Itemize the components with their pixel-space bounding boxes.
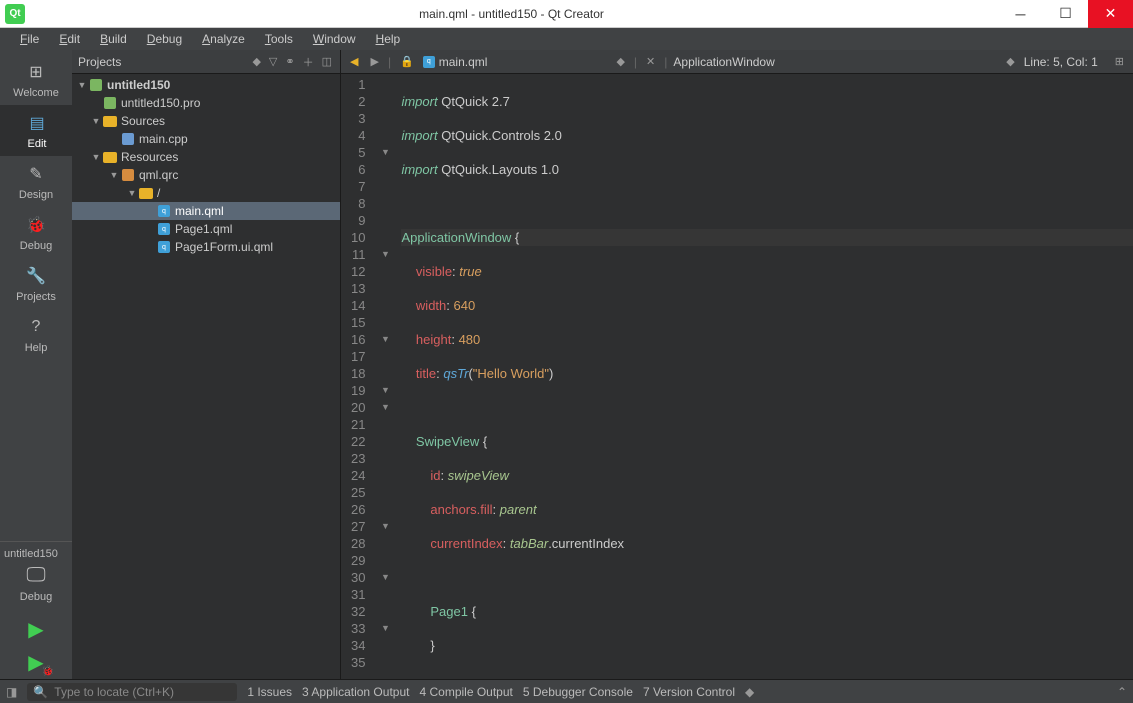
projects-title: Projects bbox=[78, 55, 246, 69]
mode-design[interactable]: ✎ Design bbox=[0, 156, 72, 207]
edit-icon: ▤ bbox=[25, 111, 49, 135]
nav-back-icon[interactable]: ◀ bbox=[347, 55, 361, 68]
output-app[interactable]: 3 Application Output bbox=[302, 685, 409, 699]
app-icon: Qt bbox=[5, 4, 25, 24]
search-icon: 🔍 bbox=[33, 685, 48, 699]
mode-bar: ⊞ Welcome ▤ Edit ✎ Design 🐞 Debug 🔧 Proj… bbox=[0, 50, 72, 679]
debug-icon: 🐞 bbox=[24, 213, 48, 237]
split-editor-icon[interactable]: ⊞ bbox=[1112, 55, 1127, 68]
tree-project-root[interactable]: ▼untitled150 bbox=[72, 76, 340, 94]
symbol-dropdown-icon[interactable]: ◆ bbox=[1003, 55, 1017, 68]
mode-projects[interactable]: 🔧 Projects bbox=[0, 258, 72, 309]
menu-analyze[interactable]: Analyze bbox=[194, 30, 253, 48]
welcome-icon: ⊞ bbox=[24, 60, 48, 84]
tree-resources-folder[interactable]: ▼Resources bbox=[72, 148, 340, 166]
maximize-button[interactable]: ☐ bbox=[1043, 0, 1088, 28]
toggle-sidebar-icon[interactable]: ◨ bbox=[6, 685, 17, 699]
line-number-gutter: 1234567891011121314151617181920212223242… bbox=[341, 74, 377, 679]
menu-tools[interactable]: Tools bbox=[257, 30, 301, 48]
tree-page1-qml[interactable]: qPage1.qml bbox=[72, 220, 340, 238]
lock-icon[interactable]: 🔒 bbox=[397, 55, 417, 68]
menu-build[interactable]: Build bbox=[92, 30, 135, 48]
menu-debug[interactable]: Debug bbox=[139, 30, 190, 48]
debug-run-button[interactable]: ▶🐞 bbox=[0, 646, 72, 679]
split-icon[interactable]: ◫ bbox=[320, 55, 334, 68]
menubar: File Edit Build Debug Analyze Tools Wind… bbox=[0, 28, 1133, 50]
symbol-breadcrumb[interactable]: ApplicationWindow bbox=[673, 55, 774, 69]
filter-icon[interactable]: ▽ bbox=[267, 55, 279, 68]
project-tree: ▼untitled150 untitled150.pro ▼Sources ma… bbox=[72, 74, 340, 679]
close-button[interactable]: ✕ bbox=[1088, 0, 1133, 28]
dropdown-icon[interactable]: ◆ bbox=[250, 55, 262, 68]
toggle-output-icon[interactable]: ⌃ bbox=[1117, 685, 1127, 699]
link-icon[interactable]: ⚭ bbox=[283, 55, 296, 68]
projects-icon: 🔧 bbox=[24, 264, 48, 288]
qml-file-icon: q bbox=[423, 56, 435, 68]
mode-debug[interactable]: 🐞 Debug bbox=[0, 207, 72, 258]
mode-help[interactable]: ? Help bbox=[0, 309, 72, 360]
locator-placeholder: Type to locate (Ctrl+K) bbox=[54, 685, 174, 699]
cursor-position: Line: 5, Col: 1 bbox=[1024, 55, 1098, 69]
code-content[interactable]: import QtQuick 2.7 import QtQuick.Contro… bbox=[393, 74, 1133, 679]
statusbar: ◨ 🔍 Type to locate (Ctrl+K) 1 Issues 3 A… bbox=[0, 679, 1133, 703]
projects-header: Projects ◆ ▽ ⚭ ＋ ◫ bbox=[72, 50, 340, 74]
menu-window[interactable]: Window bbox=[305, 30, 364, 48]
output-compile[interactable]: 4 Compile Output bbox=[419, 685, 512, 699]
menu-help[interactable]: Help bbox=[368, 30, 409, 48]
mode-edit[interactable]: ▤ Edit bbox=[0, 105, 72, 156]
file-dropdown-icon[interactable]: ◆ bbox=[613, 55, 627, 68]
titlebar: Qt main.qml - untitled150 - Qt Creator ─… bbox=[0, 0, 1133, 28]
output-issues[interactable]: 1 Issues bbox=[247, 685, 292, 699]
mode-debug-label: Debug bbox=[20, 240, 52, 252]
mode-welcome[interactable]: ⊞ Welcome bbox=[0, 54, 72, 105]
tree-qml-qrc[interactable]: ▼qml.qrc bbox=[72, 166, 340, 184]
tree-pro-file[interactable]: untitled150.pro bbox=[72, 94, 340, 112]
run-button[interactable]: ▶ bbox=[0, 613, 72, 646]
add-icon[interactable]: ＋ bbox=[301, 54, 316, 70]
editor-area: ◀ ▶ | 🔒 q main.qml ◆ | ✕ | ApplicationWi… bbox=[341, 50, 1133, 679]
kit-selector[interactable]: untitled150 🖵 Debug bbox=[0, 541, 72, 613]
file-selector[interactable]: q main.qml bbox=[423, 55, 488, 69]
editor-toolbar: ◀ ▶ | 🔒 q main.qml ◆ | ✕ | ApplicationWi… bbox=[341, 50, 1133, 74]
output-debugger[interactable]: 5 Debugger Console bbox=[523, 685, 633, 699]
tree-page1form-qml[interactable]: qPage1Form.ui.qml bbox=[72, 238, 340, 256]
mode-help-label: Help bbox=[25, 342, 48, 354]
mode-welcome-label: Welcome bbox=[13, 87, 59, 99]
menu-file[interactable]: File bbox=[12, 30, 47, 48]
tree-root-prefix[interactable]: ▼/ bbox=[72, 184, 340, 202]
menu-edit[interactable]: Edit bbox=[51, 30, 88, 48]
help-icon: ? bbox=[24, 315, 48, 339]
output-selector-icon[interactable]: ◆ bbox=[745, 685, 754, 699]
design-icon: ✎ bbox=[24, 162, 48, 186]
kit-name: untitled150 bbox=[4, 548, 68, 560]
projects-panel: Projects ◆ ▽ ⚭ ＋ ◫ ▼untitled150 untitled… bbox=[72, 50, 341, 679]
code-editor[interactable]: 1234567891011121314151617181920212223242… bbox=[341, 74, 1133, 679]
locator-input[interactable]: 🔍 Type to locate (Ctrl+K) bbox=[27, 683, 237, 701]
tree-main-cpp[interactable]: main.cpp bbox=[72, 130, 340, 148]
monitor-icon: 🖵 bbox=[4, 564, 68, 587]
output-version[interactable]: 7 Version Control bbox=[643, 685, 735, 699]
minimize-button[interactable]: ─ bbox=[998, 0, 1043, 28]
close-doc-icon[interactable]: ✕ bbox=[643, 55, 658, 68]
window-title: main.qml - untitled150 - Qt Creator bbox=[25, 7, 998, 21]
tree-main-qml[interactable]: qmain.qml bbox=[72, 202, 340, 220]
kit-config: Debug bbox=[4, 591, 68, 603]
fold-gutter[interactable]: ▼▼▼▼▼▼▼▼ bbox=[377, 74, 393, 679]
mode-projects-label: Projects bbox=[16, 291, 56, 303]
tree-sources-folder[interactable]: ▼Sources bbox=[72, 112, 340, 130]
mode-edit-label: Edit bbox=[28, 138, 47, 150]
nav-forward-icon[interactable]: ▶ bbox=[367, 55, 381, 68]
mode-design-label: Design bbox=[19, 189, 53, 201]
editor-filename: main.qml bbox=[439, 55, 488, 69]
